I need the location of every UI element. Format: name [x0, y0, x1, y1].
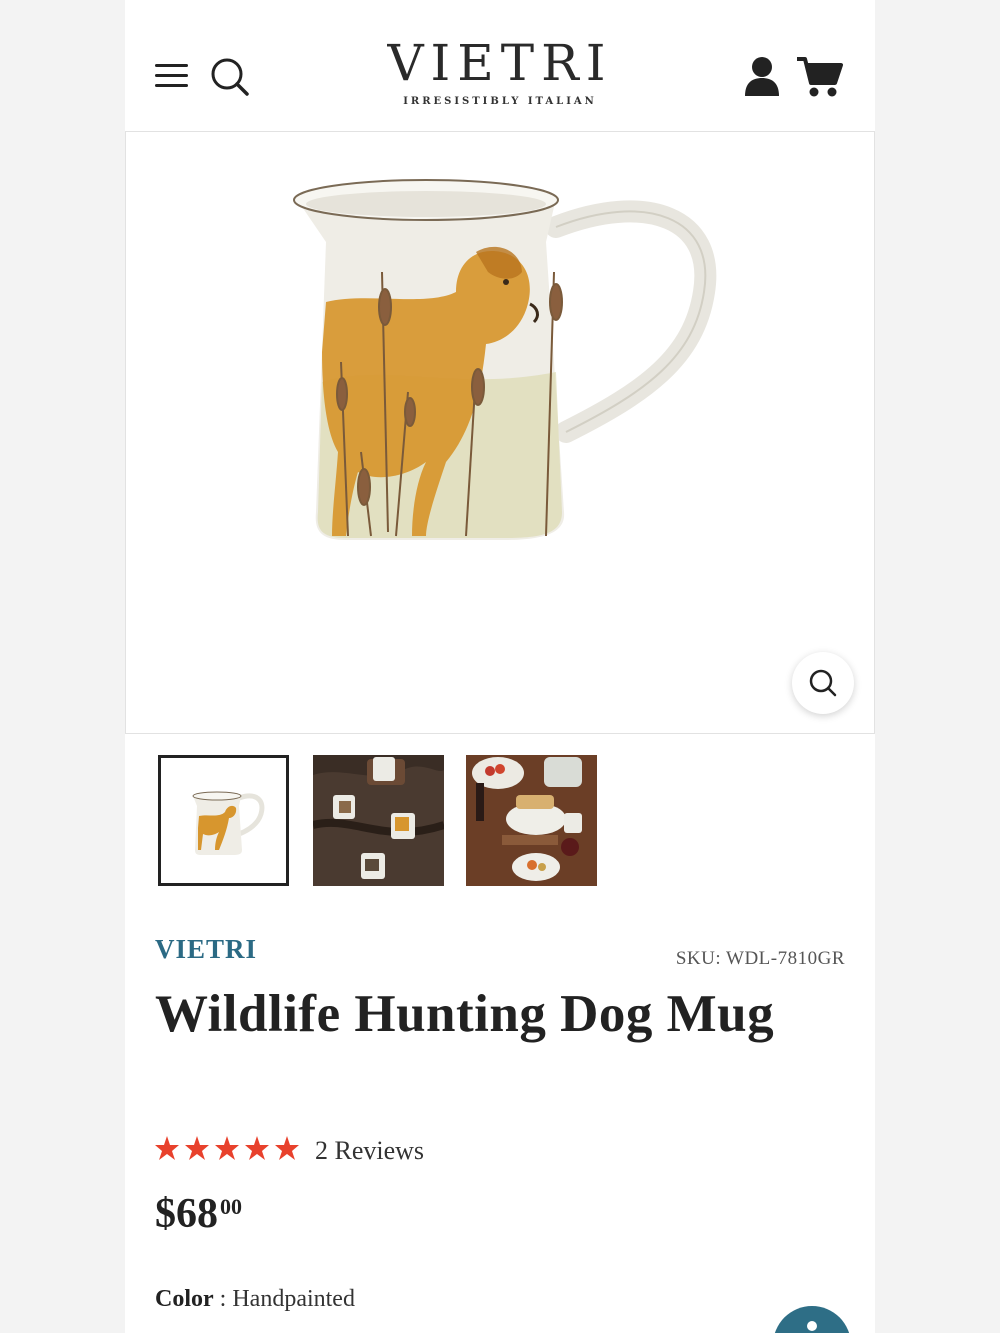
- mug-illustration: [293, 179, 717, 540]
- color-separator: :: [213, 1286, 233, 1312]
- star-icon: [215, 1136, 239, 1160]
- zoom-button[interactable]: [792, 652, 854, 714]
- thumbnail-2[interactable]: [313, 755, 444, 886]
- price-cents: 00: [220, 1194, 242, 1219]
- product-sku: SKU: WDL-7810GR: [675, 948, 845, 969]
- cart-icon: [797, 57, 843, 97]
- help-button[interactable]: [773, 1306, 851, 1333]
- product-vendor-link[interactable]: VIETRI: [155, 934, 257, 965]
- site-header: VIETRI IRRESISTIBLY ITALIAN: [125, 0, 875, 131]
- star-icon: [275, 1136, 299, 1160]
- price-main: $68: [155, 1191, 218, 1237]
- star-icon: [155, 1136, 179, 1160]
- thumbnail-strip: [158, 755, 758, 888]
- product-page: VIETRI IRRESISTIBLY ITALIAN VIETRI SKU: …: [125, 0, 875, 1333]
- thumbnail-mug-image: [161, 758, 286, 883]
- thumbnail-table-setting-image: [466, 755, 597, 886]
- color-label: Color: [155, 1286, 214, 1312]
- star-icon: [245, 1136, 269, 1160]
- help-icon: [807, 1321, 817, 1331]
- reviews-count-link[interactable]: 2 Reviews: [315, 1136, 424, 1166]
- star-icon: [185, 1136, 209, 1160]
- product-price: $6800: [155, 1190, 242, 1238]
- color-option: Color : Handpainted: [155, 1286, 355, 1313]
- cart-button[interactable]: [795, 55, 845, 99]
- color-value: Handpainted: [232, 1286, 355, 1312]
- zoom-icon: [809, 669, 837, 697]
- account-button[interactable]: [741, 54, 783, 98]
- thumbnail-3[interactable]: [466, 755, 597, 886]
- main-product-image[interactable]: [125, 131, 875, 734]
- product-title: Wildlife Hunting Dog Mug: [155, 985, 775, 1043]
- thumbnail-1[interactable]: [158, 755, 289, 886]
- account-icon: [745, 57, 779, 96]
- thumbnail-mugs-on-fur-image: [313, 755, 444, 886]
- star-rating-icons: [155, 1136, 299, 1160]
